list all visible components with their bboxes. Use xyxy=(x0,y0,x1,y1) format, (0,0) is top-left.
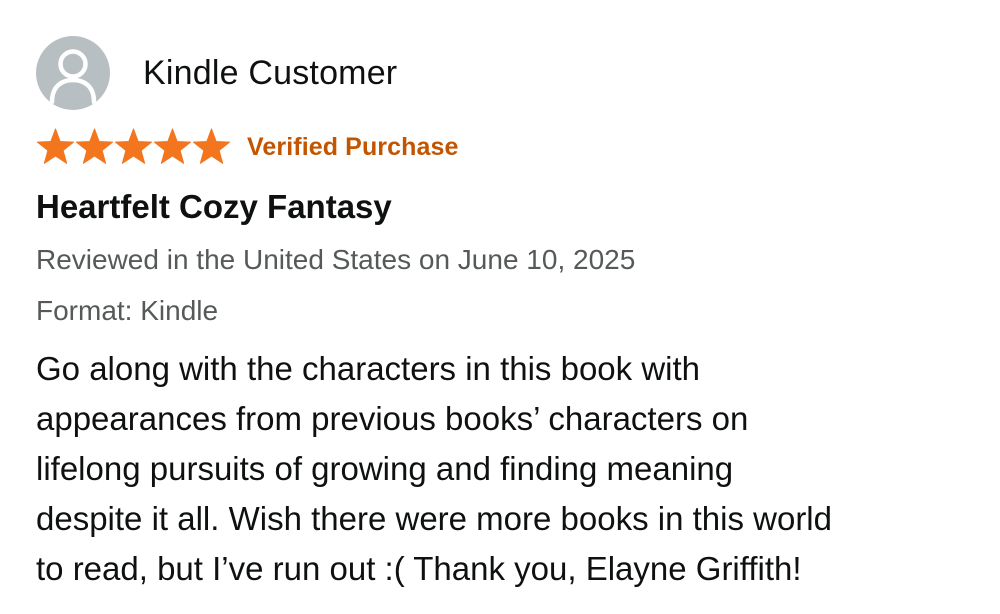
review-body-line: lifelong pursuits of growing and finding… xyxy=(36,450,734,487)
review-body-line: to read, but I’ve run out :( Thank you, … xyxy=(36,550,802,587)
reviewer-profile[interactable]: Kindle Customer xyxy=(36,36,976,110)
review-body-line: despite it all. Wish there were more boo… xyxy=(36,500,832,537)
verified-purchase-badge[interactable]: Verified Purchase xyxy=(247,133,459,162)
star-icon xyxy=(36,128,75,164)
review-date: Reviewed in the United States on June 10… xyxy=(36,244,636,275)
review-title[interactable]: Heartfelt Cozy Fantasy xyxy=(36,187,976,227)
review-body-line: appearances from previous books’ charact… xyxy=(36,400,749,437)
rating-row: Verified Purchase xyxy=(36,127,976,167)
user-silhouette-icon xyxy=(49,49,97,105)
avatar[interactable] xyxy=(36,36,110,110)
review-body: Go along with the characters in this boo… xyxy=(36,344,976,594)
star-icon xyxy=(75,128,114,164)
review-body-line: Go along with the characters in this boo… xyxy=(36,350,701,387)
star-rating[interactable] xyxy=(36,128,231,166)
star-icon xyxy=(192,128,231,164)
star-icon xyxy=(114,128,153,164)
review-format: Format: Kindle xyxy=(36,295,219,326)
star-icon xyxy=(153,128,192,164)
review-card: Kindle Customer Verified Purchase Heartf… xyxy=(36,36,976,594)
reviewer-name[interactable]: Kindle Customer xyxy=(143,54,397,93)
